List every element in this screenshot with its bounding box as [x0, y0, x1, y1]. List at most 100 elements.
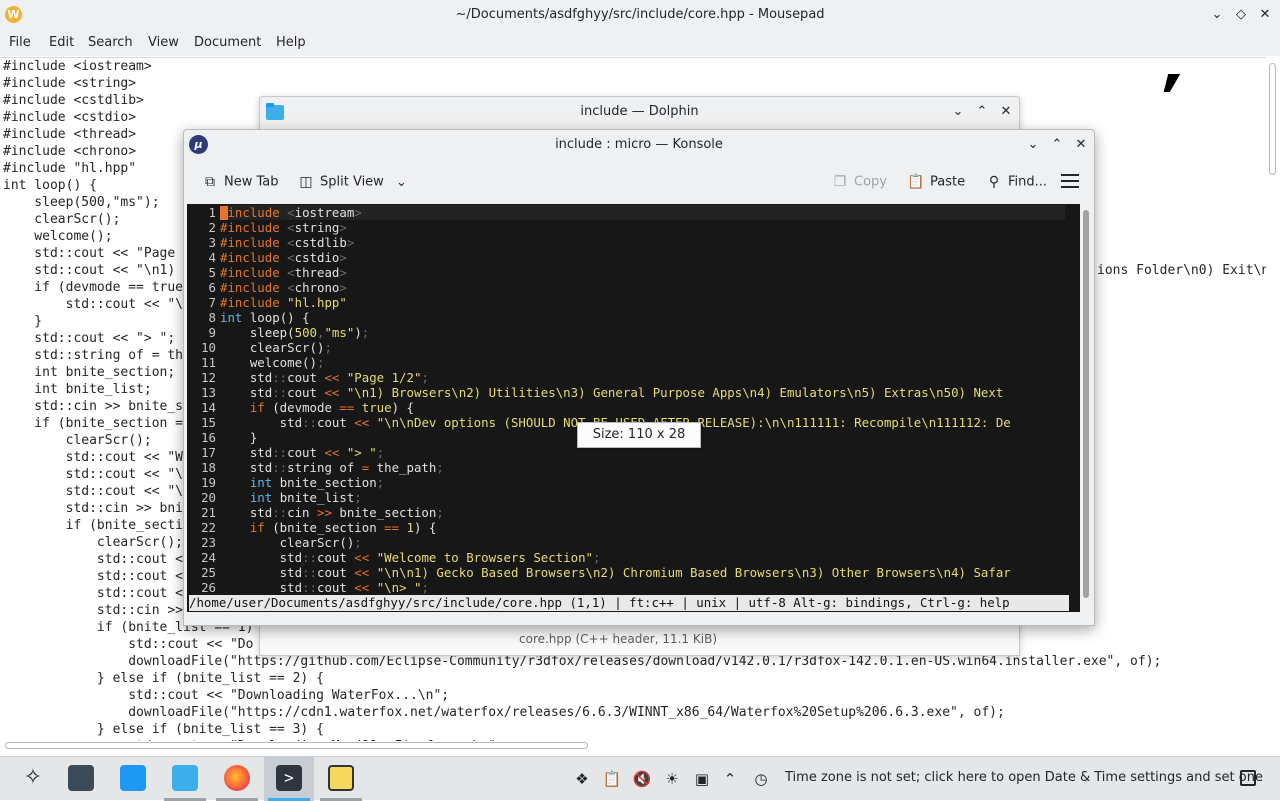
application-launcher-button[interactable]: ✧ — [8, 757, 58, 801]
menu-file[interactable]: File — [9, 35, 31, 50]
line-code: #include <thread> — [220, 265, 347, 280]
line-number: 18 — [201, 460, 216, 475]
close-icon[interactable]: ✕ — [1256, 6, 1274, 24]
chevron-down-icon: ⌄ — [395, 174, 407, 190]
micro-line: 12 std::cout << "Page 1/2"; — [187, 370, 1067, 385]
scrollbar-thumb[interactable] — [1083, 210, 1089, 598]
hamburger-menu-icon[interactable] — [1061, 174, 1079, 188]
minimize-icon[interactable]: ⌄ — [1208, 6, 1226, 24]
settings-icon — [68, 765, 94, 791]
line-code: #include <cstdio> — [220, 250, 347, 265]
clipboard-icon[interactable]: 📋 — [602, 769, 622, 789]
display-icon[interactable]: ▣ — [692, 769, 712, 789]
editor-line: if (bnite_secti — [3, 518, 184, 533]
konsole-titlebar: μ include : micro — Konsole ⌄ ⌃ ✕ — [184, 130, 1094, 160]
micro-line: 24 std::cout << "Welcome to Browsers Sec… — [187, 550, 1067, 565]
line-number: 8 — [208, 310, 216, 325]
line-number: 4 — [208, 250, 216, 265]
line-code: clearScr(); — [220, 340, 332, 355]
micro-line: 6 #include <chrono> — [187, 280, 1067, 295]
line-number: 17 — [201, 445, 216, 460]
peek-desktop-icon[interactable] — [1240, 770, 1256, 786]
line-number: 26 — [201, 580, 216, 595]
line-code: int bnite_list; — [249, 490, 362, 505]
editor-line: int loop() { — [3, 178, 97, 193]
line-code: #include <cstdlib> — [220, 235, 355, 250]
find-button[interactable]: ⚲ Find... — [984, 170, 1047, 194]
task-dolphin[interactable] — [160, 757, 210, 801]
mousepad-icon — [328, 765, 354, 791]
copy-button[interactable]: ❐ Copy — [830, 170, 887, 194]
konsole-window-title: include : micro — Konsole — [555, 137, 723, 152]
paste-button[interactable]: 📋 Paste — [906, 170, 965, 194]
close-icon[interactable]: ✕ — [1072, 136, 1090, 154]
line-number: 19 — [201, 475, 216, 490]
editor-line: sleep(500,"ms"); — [3, 195, 160, 210]
line-code: std::cout << "> "; — [220, 445, 385, 460]
editor-line: #include <thread> — [3, 127, 137, 142]
micro-statusline: /home/user/Documents/asdfghyy/src/includ… — [189, 595, 1069, 611]
task-discover[interactable] — [108, 757, 158, 801]
line-number: 20 — [201, 490, 216, 505]
new-tab-icon: ⧉ — [205, 174, 215, 190]
line-code: #include <iostream> — [220, 205, 362, 220]
maximize-icon[interactable]: ⌃ — [973, 103, 991, 121]
micro-line: 5 #include <thread> — [187, 265, 1067, 280]
paste-label: Paste — [930, 174, 966, 190]
scrollbar-thumb[interactable] — [5, 742, 588, 749]
editor-line: clearScr(); — [3, 212, 121, 227]
mousepad-vertical-scrollbar[interactable] — [1266, 57, 1280, 741]
line-code: #include <chrono> — [220, 280, 347, 295]
line-code: clearScr(); — [220, 535, 362, 550]
task-konsole[interactable]: > — [264, 757, 314, 801]
micro-line: 8 int loop() { — [187, 310, 1067, 325]
scrollbar-thumb[interactable] — [1269, 63, 1276, 175]
menu-help[interactable]: Help — [276, 35, 306, 50]
volume-muted-icon[interactable]: 🔇 — [632, 769, 652, 789]
minimize-icon[interactable]: ⌄ — [1024, 136, 1042, 154]
close-icon[interactable]: ✕ — [997, 103, 1015, 121]
terminal-size-tooltip: Size: 110 x 28 — [577, 422, 701, 448]
editor-line: std::cout << "W — [3, 450, 184, 465]
menu-view[interactable]: View — [148, 35, 179, 50]
micro-line: 4 #include <cstdio> — [187, 250, 1067, 265]
line-code: sleep(500,"ms"); — [220, 325, 370, 340]
maximize-icon[interactable]: ◇ — [1232, 6, 1250, 24]
task-mousepad[interactable] — [316, 757, 366, 801]
terminal-scrollbar[interactable] — [1080, 204, 1094, 612]
maximize-icon[interactable]: ⌃ — [1048, 136, 1066, 154]
menu-document[interactable]: Document — [194, 35, 261, 50]
task-system-settings[interactable] — [56, 757, 106, 801]
split-view-button[interactable]: ◫ Split View ⌄ — [296, 170, 407, 194]
line-number: 14 — [201, 400, 216, 415]
line-code: std::cout << "\n\n1) Gecko Based Browser… — [220, 565, 1011, 580]
task-firefox[interactable] — [212, 757, 262, 801]
micro-line: 1 #include <iostream> — [187, 205, 1067, 220]
dolphin-titlebar: include — Dolphin ⌄ ⌃ ✕ — [260, 97, 1019, 127]
micro-line: 14 if (devmode == true) { — [187, 400, 1067, 415]
micro-line: 26 std::cout << "\n> "; — [187, 580, 1067, 595]
menu-edit[interactable]: Edit — [49, 35, 74, 50]
editor-line: } else if (bnite_list == 3) { — [3, 722, 324, 737]
line-number: 12 — [201, 370, 216, 385]
new-tab-label: New Tab — [224, 174, 279, 190]
line-number: 3 — [208, 235, 216, 250]
timezone-notice[interactable]: Time zone is not set; click here to open… — [785, 770, 1263, 785]
show-hidden-icons-chevron-icon[interactable]: ⌃ — [720, 769, 740, 789]
text-cursor — [220, 206, 228, 220]
line-code: std::string of = the_path; — [220, 460, 444, 475]
line-code: #include "hl.hpp" — [220, 295, 347, 310]
editor-line: #include "hl.hpp" — [3, 161, 137, 176]
menu-search[interactable]: Search — [88, 35, 133, 50]
editor-line: std::cout << "\ — [3, 297, 184, 312]
line-number: 15 — [201, 415, 216, 430]
editor-line: #include <cstdio> — [3, 110, 137, 125]
clock-icon[interactable]: ◷ — [751, 769, 771, 789]
new-tab-button[interactable]: ⧉ New Tab — [200, 170, 279, 194]
minimize-icon[interactable]: ⌄ — [949, 103, 967, 121]
brightness-icon[interactable]: ☀ — [662, 769, 682, 789]
terminal-area[interactable]: 1 #include <iostream> 2 #include <string> 3 #… — [187, 204, 1080, 612]
mousepad-horizontal-scrollbar[interactable] — [0, 741, 1266, 753]
line-number: 23 — [201, 535, 216, 550]
kde-connect-icon[interactable]: ❖ — [572, 769, 592, 789]
